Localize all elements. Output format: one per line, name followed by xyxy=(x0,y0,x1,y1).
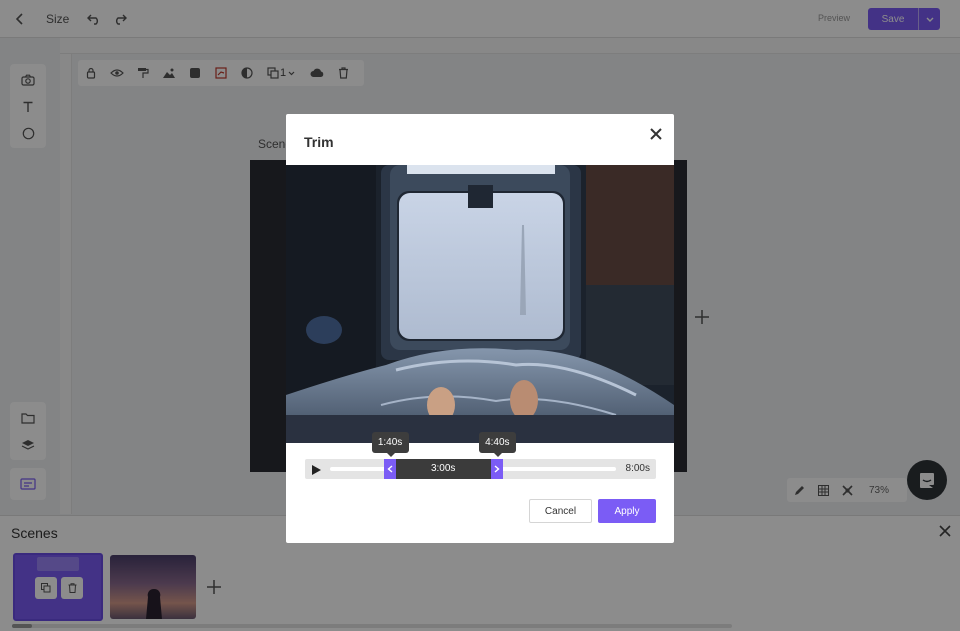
trim-start-tooltip: 1:40s xyxy=(371,432,409,457)
trim-end-handle[interactable] xyxy=(490,459,503,479)
cancel-button[interactable]: Cancel xyxy=(529,499,592,523)
selection-duration: 3:00s xyxy=(430,463,456,474)
modal-title: Trim xyxy=(304,134,334,150)
trim-modal: Trim 1:40s 4:40s 3:00s 8:00s Cancel Appl… xyxy=(286,114,674,543)
video-preview[interactable] xyxy=(286,165,674,443)
close-icon[interactable] xyxy=(647,125,665,143)
total-duration: 8:00s xyxy=(625,463,650,474)
trim-timeline[interactable]: 3:00s 8:00s xyxy=(305,459,656,479)
play-icon[interactable] xyxy=(310,463,322,475)
trim-start-handle[interactable] xyxy=(383,459,396,479)
trim-end-tooltip: 4:40s xyxy=(478,432,516,457)
apply-button[interactable]: Apply xyxy=(598,499,656,523)
